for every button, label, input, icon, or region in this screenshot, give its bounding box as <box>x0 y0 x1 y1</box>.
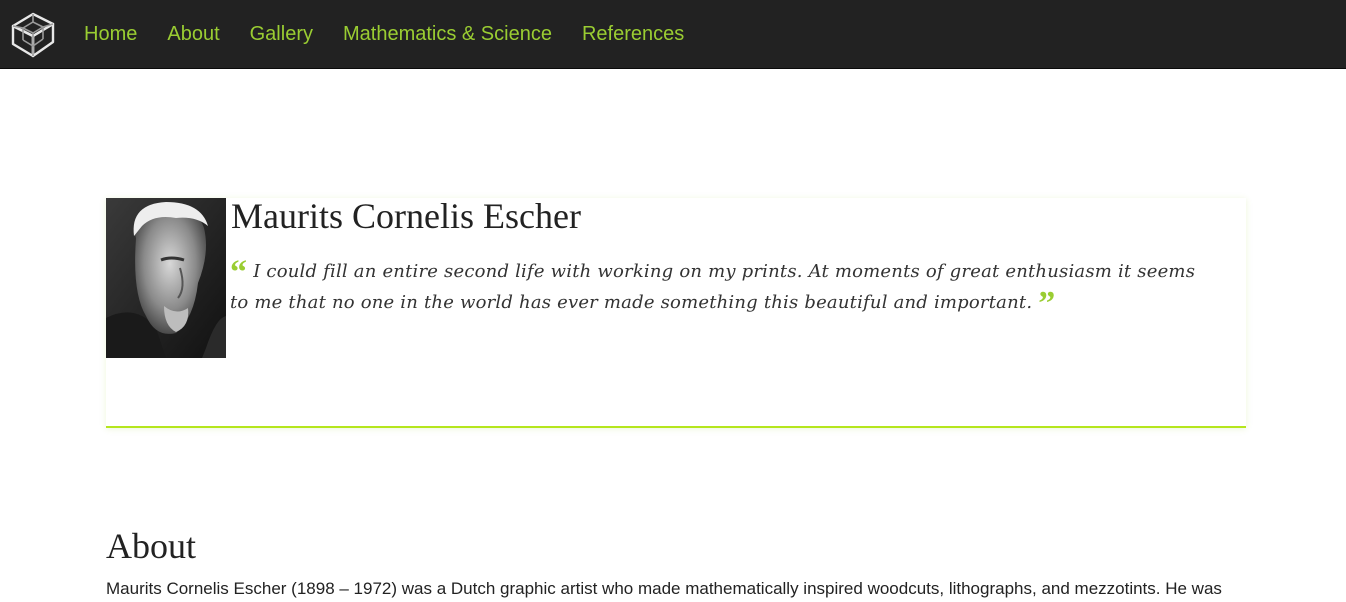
escher-portrait-image <box>106 198 226 358</box>
quote-open-icon: “ <box>230 254 248 291</box>
nav-home[interactable]: Home <box>69 0 152 68</box>
hero-panel: Maurits Cornelis Escher “I could fill an… <box>106 196 1246 428</box>
nav-references[interactable]: References <box>567 0 699 68</box>
nav-mathematics-science[interactable]: Mathematics & Science <box>328 0 567 68</box>
escher-quote: “I could fill an entire second life with… <box>230 254 1210 322</box>
nav-about[interactable]: About <box>152 0 234 68</box>
hero-title: Maurits Cornelis Escher <box>231 196 581 236</box>
navbar: Home About Gallery Mathematics & Science… <box>0 0 1346 69</box>
about-paragraph: Maurits Cornelis Escher (1898 – 1972) wa… <box>106 579 1222 598</box>
wireframe-cube-icon[interactable] <box>7 8 59 60</box>
quote-close-icon: ” <box>1038 285 1056 322</box>
nav-gallery[interactable]: Gallery <box>235 0 328 68</box>
about-heading: About <box>106 526 196 566</box>
